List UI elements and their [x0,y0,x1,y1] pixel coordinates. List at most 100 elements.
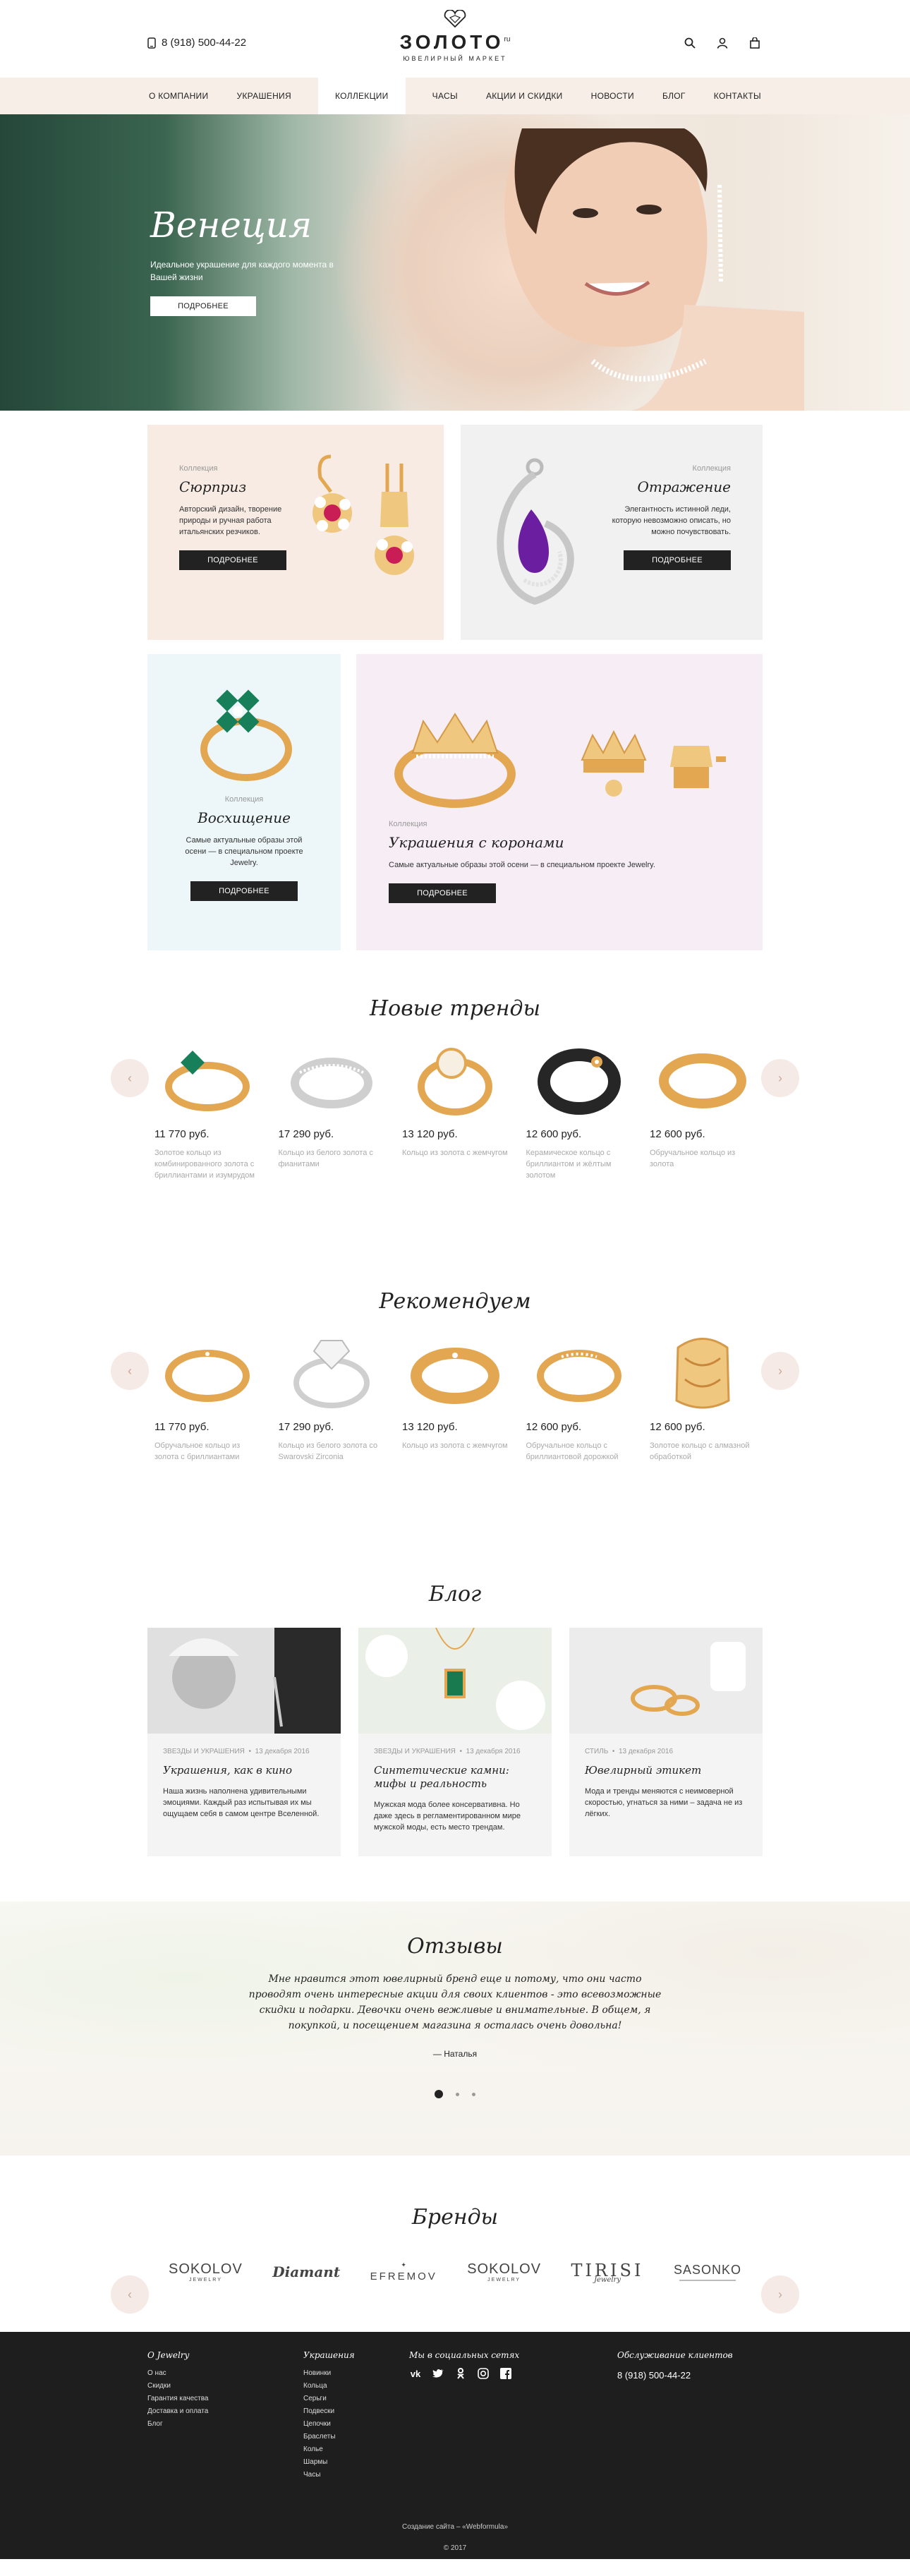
product-card[interactable]: 11 770 руб. Золотое кольцо из комбиниров… [154,1035,260,1181]
nav-item-collections[interactable]: Коллекции [317,78,406,114]
nav-item-watches[interactable]: Часы [431,78,459,114]
footer-link[interactable]: Подвески [303,2405,355,2418]
cart-icon[interactable] [747,35,763,51]
footer-link[interactable]: Шармы [303,2456,355,2469]
post-image [569,1628,763,1734]
review-dot[interactable] [456,2092,459,2096]
nav-item-contacts[interactable]: Контакты [712,78,763,114]
search-icon[interactable] [682,35,698,51]
trends-prev-arrow[interactable]: ‹ [111,1059,149,1097]
logo-suffix: ru [504,35,511,44]
twitter-icon[interactable] [432,2367,444,2380]
odnoklassniki-icon[interactable] [454,2367,467,2380]
footer-link[interactable]: Скидки [147,2380,208,2393]
footer-link[interactable]: Доставка и оплата [147,2405,208,2418]
nav-item-jewelry[interactable]: Украшения [235,78,292,114]
post-title[interactable]: Ювелирный этикет [569,1755,763,1777]
footer-link[interactable]: Гарантия качества [147,2393,208,2405]
vk-icon[interactable]: vk [409,2367,422,2380]
footer-link[interactable]: Колье [303,2443,355,2456]
site-logo[interactable]: ЗОЛОТОru ЮВЕЛИРНЫЙ МАРКЕТ [0,10,910,62]
nav-item-blog[interactable]: Блог [661,78,687,114]
collections-grid: Коллекция Сюрприз Авторский дизайн, твор… [147,425,763,989]
footer-credit[interactable]: Создание сайта – «Webformula» [0,2517,910,2538]
footer-link[interactable]: Кольца [303,2380,355,2393]
footer-phone[interactable]: 8 (918) 500-44-22 [617,2370,733,2381]
product-desc: Керамическое кольцо с бриллиантом и жёлт… [526,1149,612,1180]
collection-card-admiration[interactable]: Коллекция Восхищение Самые актуальные об… [147,654,341,950]
product-price: 12 600 руб. [526,1128,582,1140]
product-card[interactable]: 12 600 руб. Золотое кольцо с алмазной об… [650,1328,756,1463]
product-desc: Обручальное кольцо из золота с бриллиант… [154,1441,241,1461]
facebook-icon[interactable] [499,2367,512,2380]
collection-more-button[interactable]: Подробнее [389,883,496,903]
product-card[interactable]: 12 600 руб. Обручальное кольцо из золота [650,1035,756,1181]
footer-link[interactable]: Блог [147,2418,208,2431]
blog-section: Блог Звезды и украшения • 13 декабря 201… [147,1575,763,1856]
footer-link[interactable]: Браслеты [303,2431,355,2443]
footer-service: Обслуживание клиентов 8 (918) 500-44-22 [617,2350,733,2381]
brands-section: Бренды ‹ › SOKOLOV JEWELRY Diamant ✦ EFREM… [111,2198,799,2314]
post-title[interactable]: Украшения, как в кино [147,1755,341,1777]
product-desc: Кольцо из белого золота со Swarovski Zir… [278,1441,378,1461]
crown-earrings-image [581,730,726,797]
footer-link[interactable]: Часы [303,2469,355,2481]
product-card[interactable]: 17 290 руб. Кольцо из белого золота с фи… [279,1035,384,1181]
post-image [147,1628,341,1734]
product-price: 12 600 руб. [650,1421,705,1433]
collection-more-button[interactable]: Подробнее [624,550,731,570]
collection-card-surprise[interactable]: Коллекция Сюрприз Авторский дизайн, твор… [147,425,444,640]
hero-more-button[interactable]: Подробнее [150,296,256,316]
product-card[interactable]: 11 770 руб. Обручальное кольцо из золота… [154,1328,260,1463]
nav-item-about[interactable]: О компании [147,78,210,114]
blog-post[interactable]: Стиль • 13 декабря 2016 Ювелирный этикет… [569,1628,763,1856]
brand-logo[interactable]: Diamant [272,2263,340,2280]
collection-label: Коллекция [389,820,427,828]
recommend-next-arrow[interactable]: › [761,1352,799,1390]
footer-link[interactable]: Цепочки [303,2418,355,2431]
product-image [165,1051,250,1111]
review-author: — Наталья [432,2049,478,2059]
instagram-icon[interactable] [477,2367,490,2380]
product-card[interactable]: 12 600 руб. Керамическое кольцо с брилли… [526,1035,632,1181]
collection-card-reflection[interactable]: Коллекция Отражение Элегантность истинно… [461,425,763,640]
brands-title: Бренды [411,2205,499,2230]
post-title[interactable]: Синтетические камни: мифы и реальность [358,1755,552,1791]
product-desc: Кольцо из золота с жемчугом [402,1441,508,1450]
collection-label: Коллекция [179,464,218,473]
product-card[interactable]: 17 290 руб. Кольцо из белого золота со S… [279,1328,384,1463]
product-card[interactable]: 13 120 руб. Кольцо из золота с жемчугом [402,1328,508,1463]
footer-link[interactable]: Новинки [303,2367,355,2380]
nav-item-news[interactable]: Новости [590,78,636,114]
product-card[interactable]: 12 600 руб. Обручальное кольцо с бриллиа… [526,1328,632,1463]
trends-slider: ‹ › 11 770 руб. Золотое кольцо из комбин… [111,1035,799,1240]
collection-card-crowns[interactable]: Коллекция Украшения с коронами Самые акт… [356,654,763,950]
product-price: 17 290 руб. [278,1421,334,1433]
brand-logo[interactable]: TIRISI Jewelry [571,2261,644,2284]
footer-link[interactable]: О нас [147,2367,208,2380]
recommend-prev-arrow[interactable]: ‹ [111,1352,149,1390]
user-icon[interactable] [715,35,730,51]
blog-post[interactable]: Звезды и украшения • 13 декабря 2016 Укр… [147,1628,341,1856]
blog-post[interactable]: Звезды и украшения • 13 декабря 2016 Син… [358,1628,552,1856]
brands-next-arrow[interactable]: › [761,2275,799,2314]
collection-more-button[interactable]: Подробнее [179,550,286,570]
product-price: 11 770 руб. [154,1128,210,1140]
trends-next-arrow[interactable]: › [761,1059,799,1097]
logo-subtitle: ЮВЕЛИРНЫЙ МАРКЕТ [403,55,507,62]
product-desc: Кольцо из белого золота с фианитами [278,1149,373,1168]
footer-link[interactable]: Серьги [303,2393,355,2405]
brand-logo[interactable]: ✦ EFREMOV [370,2261,437,2282]
product-card[interactable]: 13 120 руб. Кольцо из золота с жемчугом [402,1035,508,1181]
brand-logo[interactable]: SASONKO [674,2263,741,2281]
brands-prev-arrow[interactable]: ‹ [111,2275,149,2314]
review-dot[interactable] [472,2092,475,2096]
nav-item-sales[interactable]: Акции и скидки [485,78,564,114]
brand-logo[interactable]: SOKOLOV JEWELRY [169,2261,243,2282]
post-meta: Звезды и украшения • 13 декабря 2016 [163,1748,310,1755]
footer-about-title: О Jewelry [147,2350,190,2360]
brand-logo[interactable]: SOKOLOV JEWELRY [467,2261,541,2282]
product-desc: Золотое кольцо с алмазной обработкой [650,1441,750,1461]
review-dot-active[interactable] [435,2090,443,2098]
collection-more-button[interactable]: Подробнее [190,881,298,901]
